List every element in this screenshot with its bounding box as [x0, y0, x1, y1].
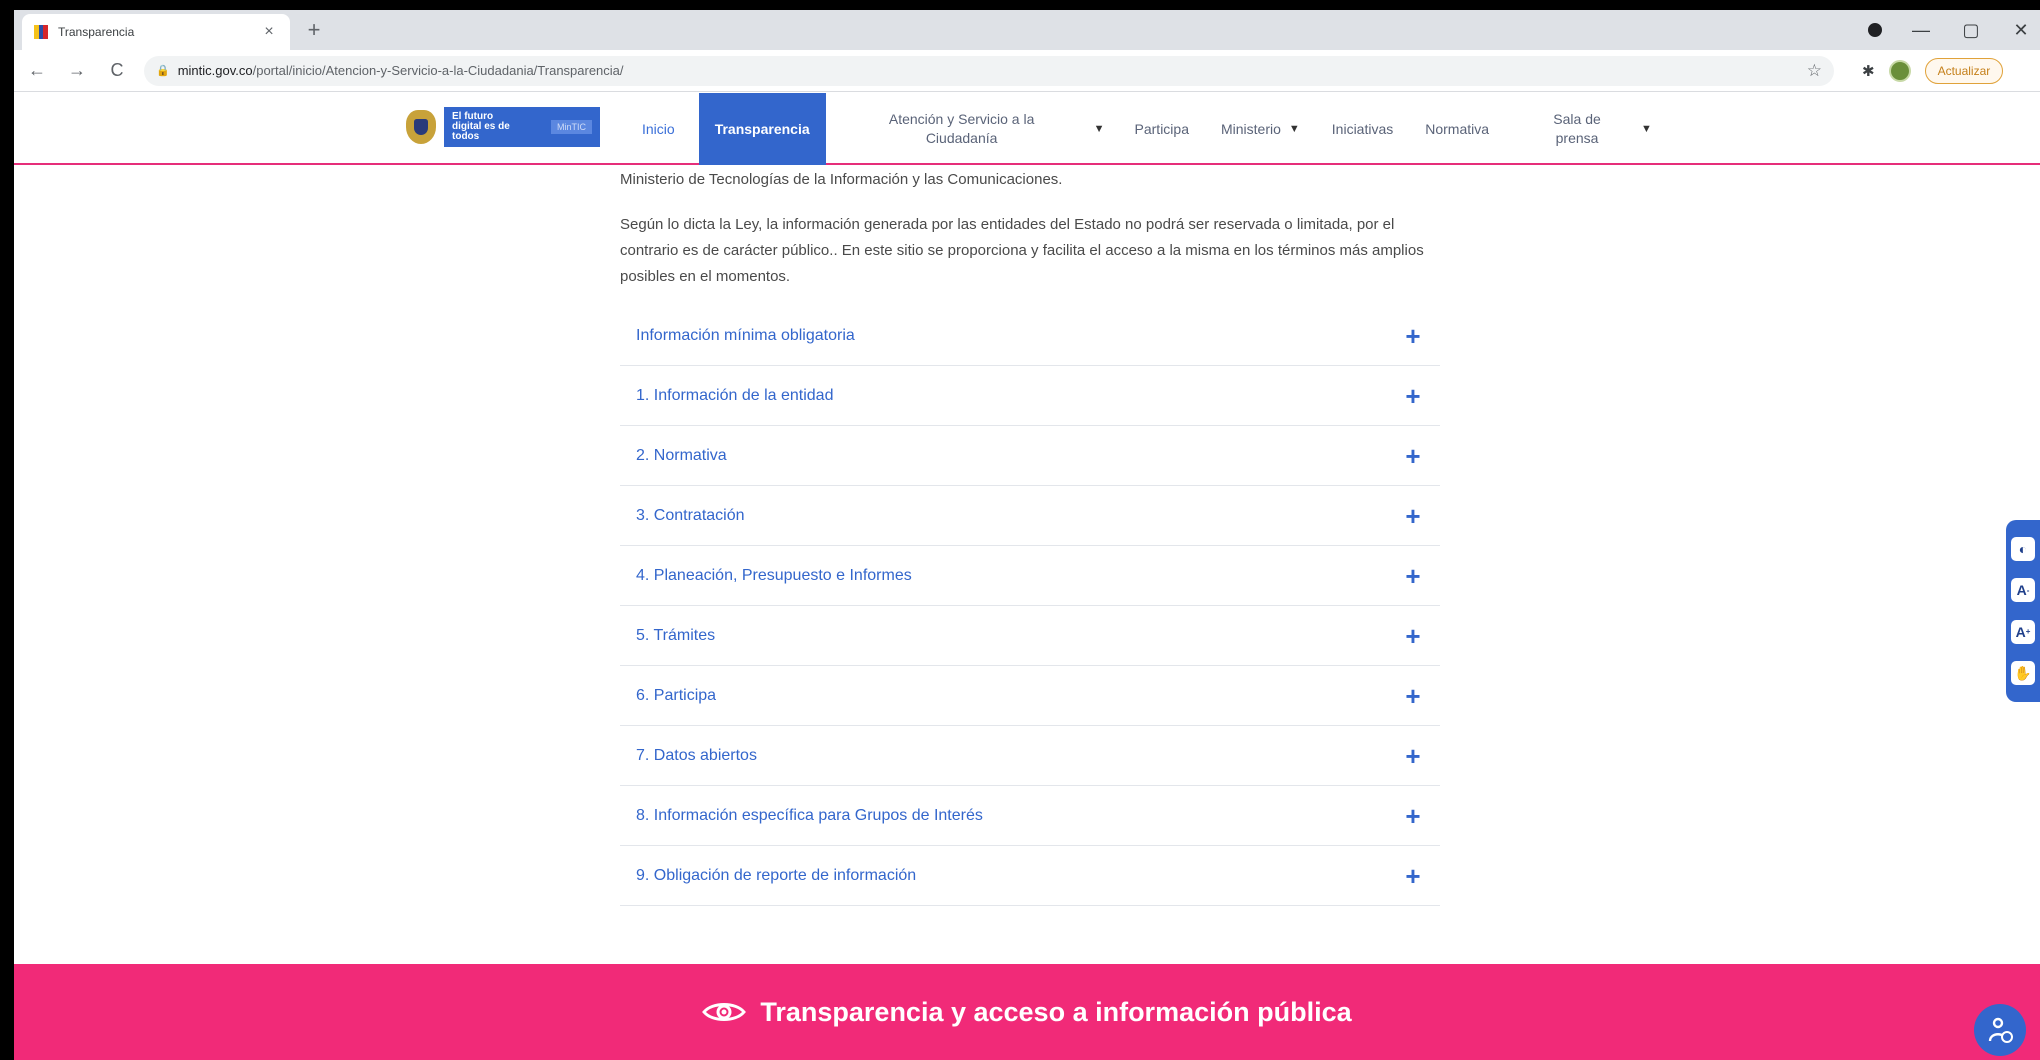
nav-participa[interactable]: Participa — [1119, 93, 1205, 165]
profile-avatar[interactable] — [1888, 59, 1911, 82]
accordion-label: 6. Participa — [636, 686, 717, 704]
accordion-label: 8. Información específica para Grupos de… — [636, 806, 983, 824]
transparency-accordion: Información mínima obligatoria + 1. Infor… — [620, 306, 1440, 906]
extensions-puzzle-icon[interactable]: ✱ — [1862, 62, 1875, 80]
close-window-icon[interactable]: ✕ — [2010, 20, 2032, 41]
accessibility-person-icon — [1988, 1017, 2013, 1043]
tab-title: Transparencia — [58, 25, 135, 39]
bookmark-star-icon[interactable]: ☆ — [1807, 61, 1822, 81]
update-button[interactable]: Actualizar — [1924, 57, 2004, 84]
toolbar-icons: ✱ Actualizar — [1862, 57, 2004, 84]
nav-transparencia[interactable]: Transparencia — [698, 93, 826, 165]
plus-icon[interactable]: + — [1400, 503, 1426, 529]
accordion-item[interactable]: 2. Normativa + — [620, 426, 1440, 486]
accordion-label: 4. Planeación, Presupuesto e Informes — [636, 566, 912, 584]
accordion-item[interactable]: 3. Contratación + — [620, 486, 1440, 546]
gov-banner-text: El futuro digital es de todos — [452, 111, 510, 142]
nav-ministerio-label: Ministerio — [1220, 120, 1281, 137]
new-tab-icon[interactable]: + — [302, 17, 326, 43]
main-content: Ministerio de Tecnologías de la Informac… — [620, 170, 1444, 906]
chevron-down-icon: ▼ — [1288, 122, 1300, 135]
media-control-icon[interactable] — [1868, 23, 1882, 37]
nav-normativa[interactable]: Normativa — [1409, 93, 1505, 165]
favicon-icon — [34, 25, 49, 39]
accordion-item[interactable]: 6. Participa + — [620, 666, 1440, 726]
accordion-item[interactable]: 9. Obligación de reporte de información + — [620, 846, 1440, 906]
plus-icon[interactable]: + — [1400, 803, 1426, 829]
accordion-label: 7. Datos abiertos — [636, 746, 757, 764]
accordion-item[interactable]: Información mínima obligatoria + — [620, 306, 1440, 366]
accordion-item[interactable]: 7. Datos abiertos + — [620, 726, 1440, 786]
reload-icon[interactable]: C — [104, 60, 130, 81]
accordion-item[interactable]: 1. Información de la entidad + — [620, 366, 1440, 426]
url-text: mintic.gov.co/portal/inicio/Atencion-y-S… — [177, 63, 624, 78]
accordion-label: 3. Contratación — [636, 506, 745, 524]
tab-close-icon[interactable]: × — [260, 23, 278, 41]
browser-tab[interactable]: Transparencia × — [22, 14, 290, 50]
window-controls: — ▢ ✕ — [1868, 10, 2040, 50]
minimize-icon[interactable]: — — [1910, 20, 1932, 41]
plus-icon[interactable]: + — [1400, 863, 1426, 889]
accordion-label: 2. Normativa — [636, 446, 727, 464]
increase-text-icon[interactable]: A + — [2011, 619, 2035, 644]
intro-paragraph: Según lo dicta la Ley, la información ge… — [620, 216, 1424, 285]
accordion-label: Información mínima obligatoria — [636, 326, 855, 344]
help-chat-button[interactable] — [1974, 1004, 2026, 1056]
accordion-item[interactable]: 5. Trámites + — [620, 606, 1440, 666]
back-icon[interactable]: ← — [24, 60, 50, 81]
intro-line: Ministerio de Tecnologías de la Informac… — [620, 171, 1063, 188]
plus-icon[interactable]: + — [1400, 623, 1426, 649]
site-header: El futuro digital es de todos MinTIC Ini… — [14, 93, 2040, 165]
restore-icon[interactable]: ▢ — [1960, 20, 1982, 41]
gov-banner-tag: MinTIC — [551, 120, 592, 134]
plus-icon[interactable]: + — [1400, 563, 1426, 589]
decrease-text-icon[interactable]: A- — [2011, 578, 2035, 603]
nav-atencion[interactable]: Atención y Servicio a la Ciudadanía — [852, 93, 1072, 165]
plus-icon[interactable]: + — [1400, 323, 1426, 349]
contrast-icon[interactable]: ◐ — [2011, 536, 2035, 561]
nav-atencion-chevron-down-icon[interactable]: ▼ — [1080, 123, 1119, 135]
plus-icon[interactable]: + — [1400, 743, 1426, 769]
nav-iniciativas[interactable]: Iniciativas — [1316, 93, 1409, 165]
sign-language-icon[interactable]: ✋ — [2011, 661, 2035, 686]
nav-inicio[interactable]: Inicio — [626, 93, 691, 165]
accordion-label: 9. Obligación de reporte de información — [636, 866, 917, 884]
address-bar[interactable]: 🔒 mintic.gov.co/portal/inicio/Atencion-y… — [144, 55, 1834, 86]
accordion-item[interactable]: 8. Información específica para Grupos de… — [620, 786, 1440, 846]
accordion-label: 1. Información de la entidad — [636, 386, 834, 404]
accordion-label: 5. Trámites — [636, 626, 716, 644]
plus-icon[interactable]: + — [1400, 683, 1426, 709]
accordion-item[interactable]: 4. Planeación, Presupuesto e Informes + — [620, 546, 1440, 606]
browser-toolbar: ← → C 🔒 mintic.gov.co/portal/inicio/Aten… — [14, 50, 2040, 92]
nav-sala-prensa[interactable]: Sala de prensa — [1535, 93, 1619, 165]
forward-icon[interactable]: → — [64, 60, 90, 81]
gov-logo[interactable]: El futuro digital es de todos MinTIC — [406, 107, 600, 147]
transparency-banner[interactable]: Transparencia y acceso a información púb… — [14, 964, 2040, 1060]
gov-banner: El futuro digital es de todos MinTIC — [444, 107, 600, 147]
browser-window: Transparencia × + — ▢ ✕ ← → C 🔒 mintic.g… — [14, 10, 2040, 1060]
main-nav: Inicio Transparencia Atención y Servicio… — [626, 93, 1666, 165]
tab-strip: Transparencia × + — ▢ ✕ — [14, 10, 2040, 50]
accessibility-toolbar: ◐ A- A + ✋ — [2006, 520, 2040, 702]
eye-icon — [702, 1003, 747, 1021]
plus-icon[interactable]: + — [1400, 383, 1426, 409]
nav-sala-chevron-down-icon[interactable]: ▼ — [1627, 123, 1666, 135]
plus-icon[interactable]: + — [1400, 443, 1426, 469]
coat-of-arms-icon — [406, 110, 436, 144]
banner-title: Transparencia y acceso a información púb… — [760, 996, 1352, 1027]
nav-ministerio[interactable]: Ministerio ▼ — [1205, 93, 1316, 165]
lock-icon: 🔒 — [156, 65, 170, 77]
